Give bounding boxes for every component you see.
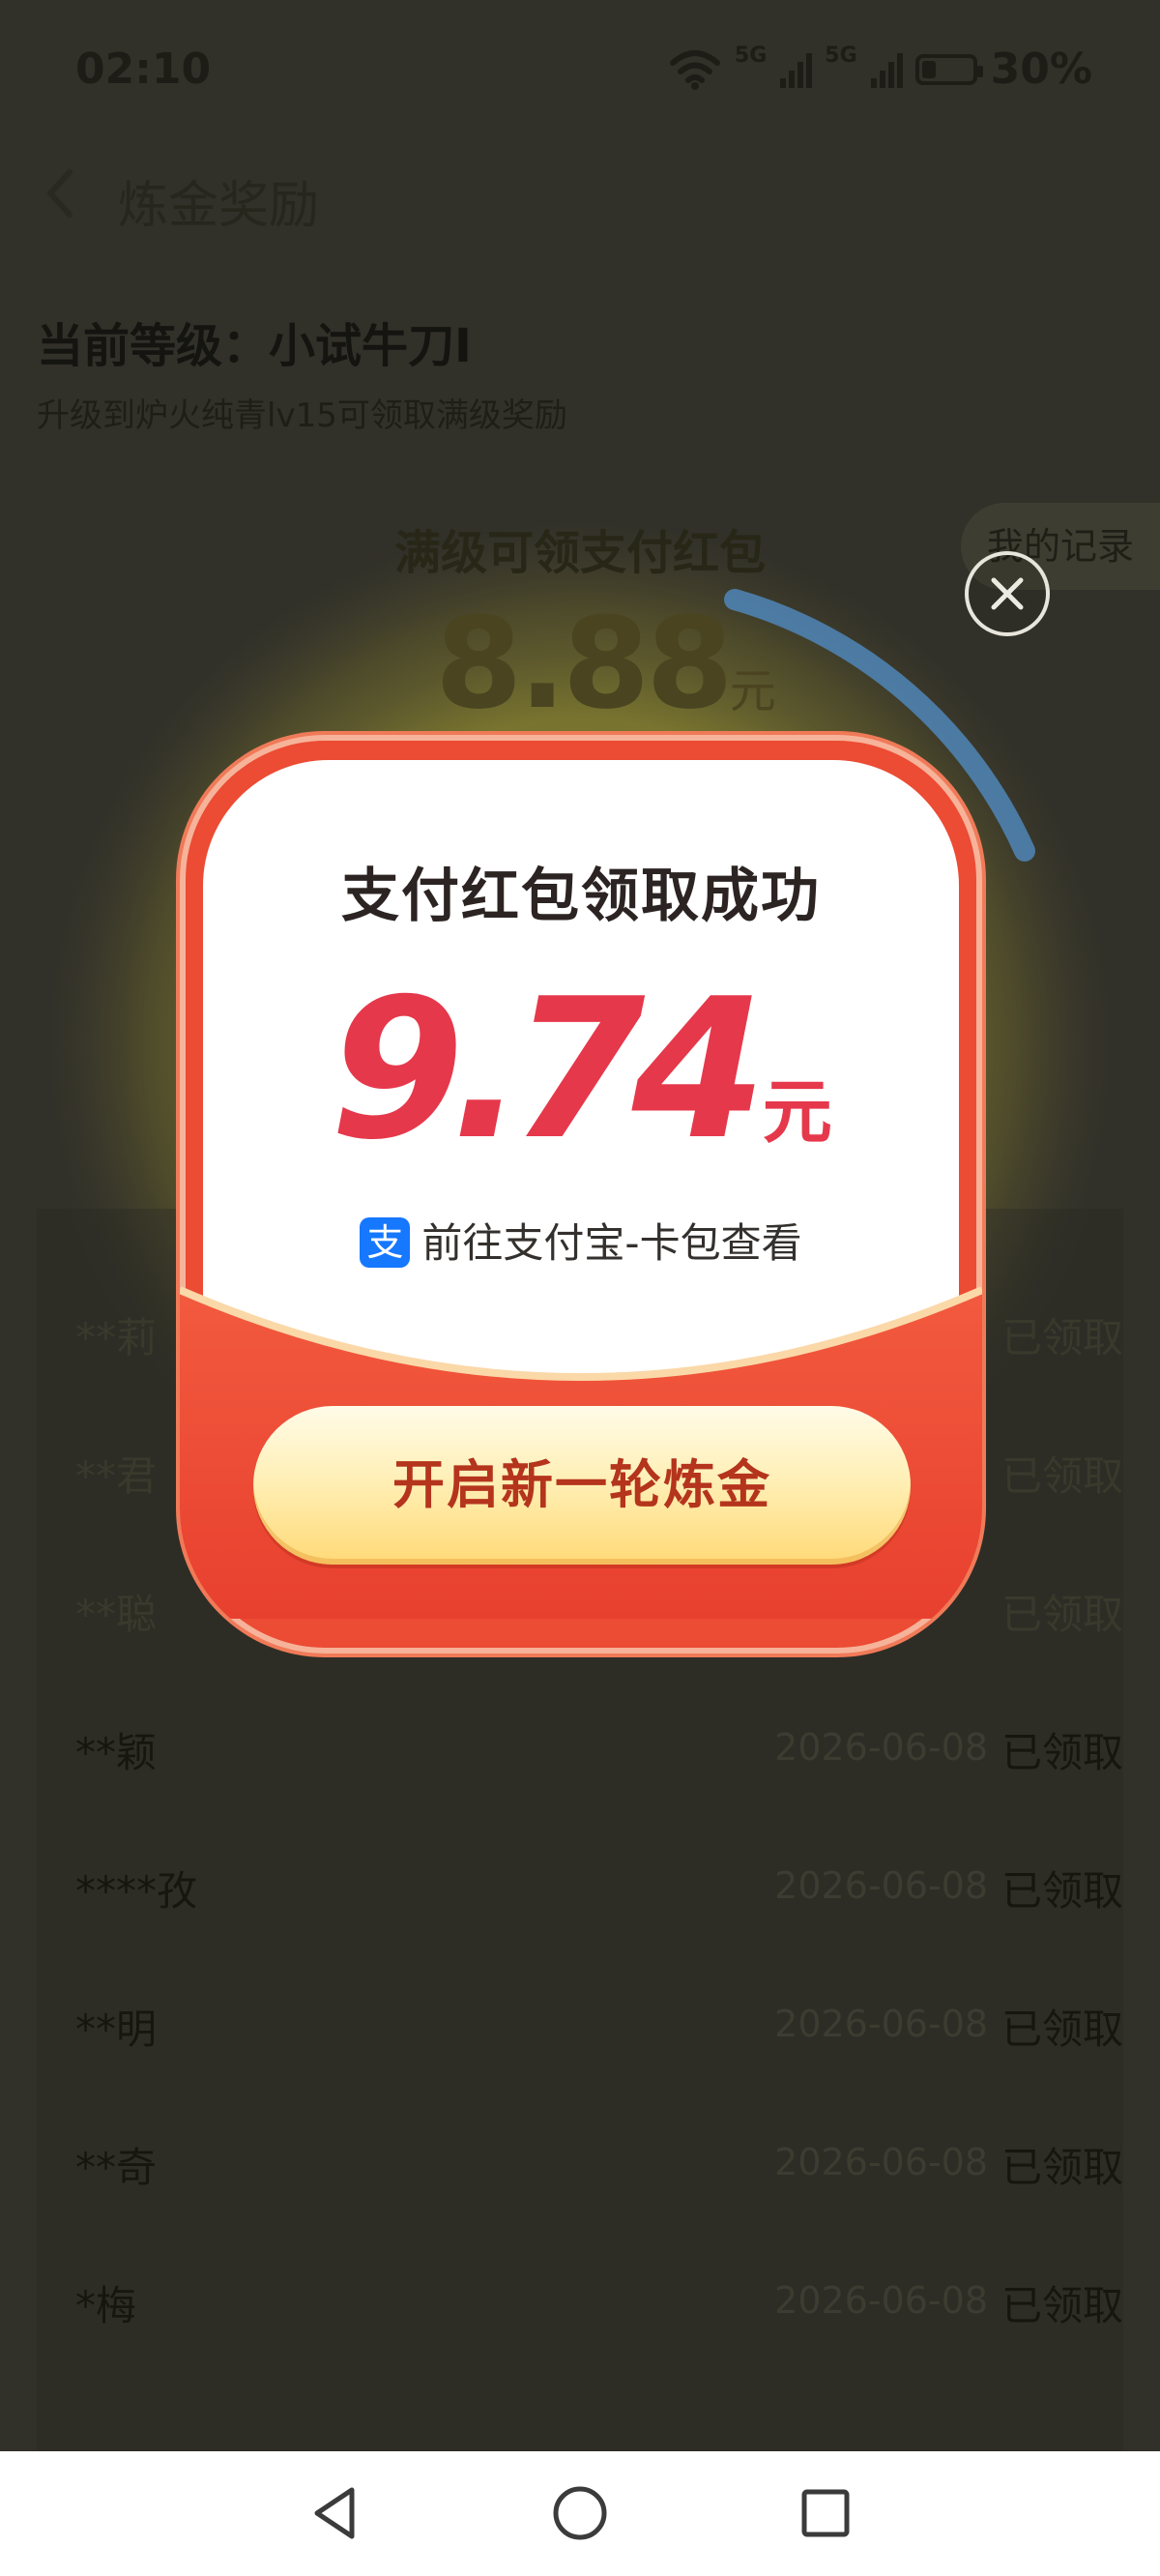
list-item: ****孜 2026-06-08 已领取	[37, 1820, 1123, 1955]
record-name: **奇	[75, 2144, 158, 2191]
record-date: 2026-06-08	[774, 2279, 988, 2322]
record-status: 已领取	[1000, 2282, 1123, 2329]
alipay-link-label: 前往支付宝-卡包查看	[421, 1219, 802, 1267]
record-date: 2026-06-08	[774, 1864, 988, 1907]
record-status: 已领取	[1000, 1591, 1123, 1638]
record-status: 已领取	[1000, 2144, 1123, 2191]
record-name: *梅	[75, 2282, 137, 2329]
list-item: **颖 2026-06-08 已领取	[37, 1682, 1123, 1817]
chevron-left-icon[interactable]	[37, 164, 85, 222]
status-icons: 5G 5G 30%	[669, 44, 1092, 94]
home-circle-icon[interactable]	[549, 2482, 611, 2544]
record-status: 已领取	[1000, 1729, 1123, 1776]
record-status: 已领取	[1000, 1314, 1123, 1361]
record-name: **明	[75, 2005, 158, 2053]
record-status: 已领取	[1000, 1867, 1123, 1915]
battery-percent: 30%	[990, 44, 1092, 94]
record-status: 已领取	[1000, 2005, 1123, 2053]
battery-icon	[914, 53, 983, 85]
start-new-round-button[interactable]: 开启新一轮炼金	[253, 1406, 911, 1565]
record-name: **颖	[75, 1729, 158, 1776]
record-date: 2026-06-08	[774, 2141, 988, 2183]
current-level-title: 当前等级：小试牛刀I	[37, 319, 472, 373]
list-item: **奇 2026-06-08 已领取	[37, 2096, 1123, 2232]
record-date: 2026-06-08	[774, 2003, 988, 2045]
recents-square-icon[interactable]	[795, 2482, 856, 2544]
signal-5g-label-1: 5G	[734, 44, 768, 68]
record-date: 2026-06-08	[774, 1726, 988, 1769]
record-name: **君	[75, 1452, 158, 1500]
level-upgrade-hint: 升级到炉火纯青lv15可领取满级奖励	[37, 396, 567, 435]
signal-icon	[780, 51, 813, 88]
app-header: 炼金奖励	[0, 145, 1160, 242]
record-name: **莉	[75, 1314, 158, 1361]
red-packet-success-modal: 支付红包领取成功 9.74 元 支前往支付宝-卡包查看 开启新一轮炼金	[180, 735, 982, 1654]
status-time: 02:10	[75, 44, 212, 94]
wifi-icon	[669, 49, 720, 90]
alipay-card-link[interactable]: 支前往支付宝-卡包查看	[180, 1211, 982, 1272]
list-item: *梅 2026-06-08 已领取	[37, 2235, 1123, 2370]
list-item: **明 2026-06-08 已领取	[37, 1958, 1123, 2093]
page-title: 炼金奖励	[118, 177, 320, 235]
system-nav-bar	[0, 2451, 1160, 2576]
signal-5g-label-2: 5G	[825, 44, 857, 68]
close-icon	[991, 577, 1024, 610]
status-bar: 02:10 5G 5G 30%	[0, 0, 1160, 135]
close-modal-button[interactable]	[965, 551, 1050, 636]
record-name: ****孜	[75, 1867, 198, 1915]
received-amount: 9.74 元	[180, 957, 982, 1183]
received-amount-value: 9.74	[330, 957, 766, 1183]
received-amount-unit: 元	[762, 1071, 832, 1153]
page-background: 02:10 5G 5G 30% 炼金奖励 当前等级：小试牛刀I 升级到炉火纯青l…	[0, 0, 1160, 2451]
alipay-icon: 支	[360, 1216, 411, 1268]
record-status: 已领取	[1000, 1452, 1123, 1500]
modal-title: 支付红包领取成功	[341, 863, 821, 930]
record-name: **聪	[75, 1591, 158, 1638]
back-triangle-icon[interactable]	[304, 2482, 365, 2544]
signal-icon	[870, 51, 903, 88]
max-level-reward-amount: 8.88元	[435, 590, 776, 737]
